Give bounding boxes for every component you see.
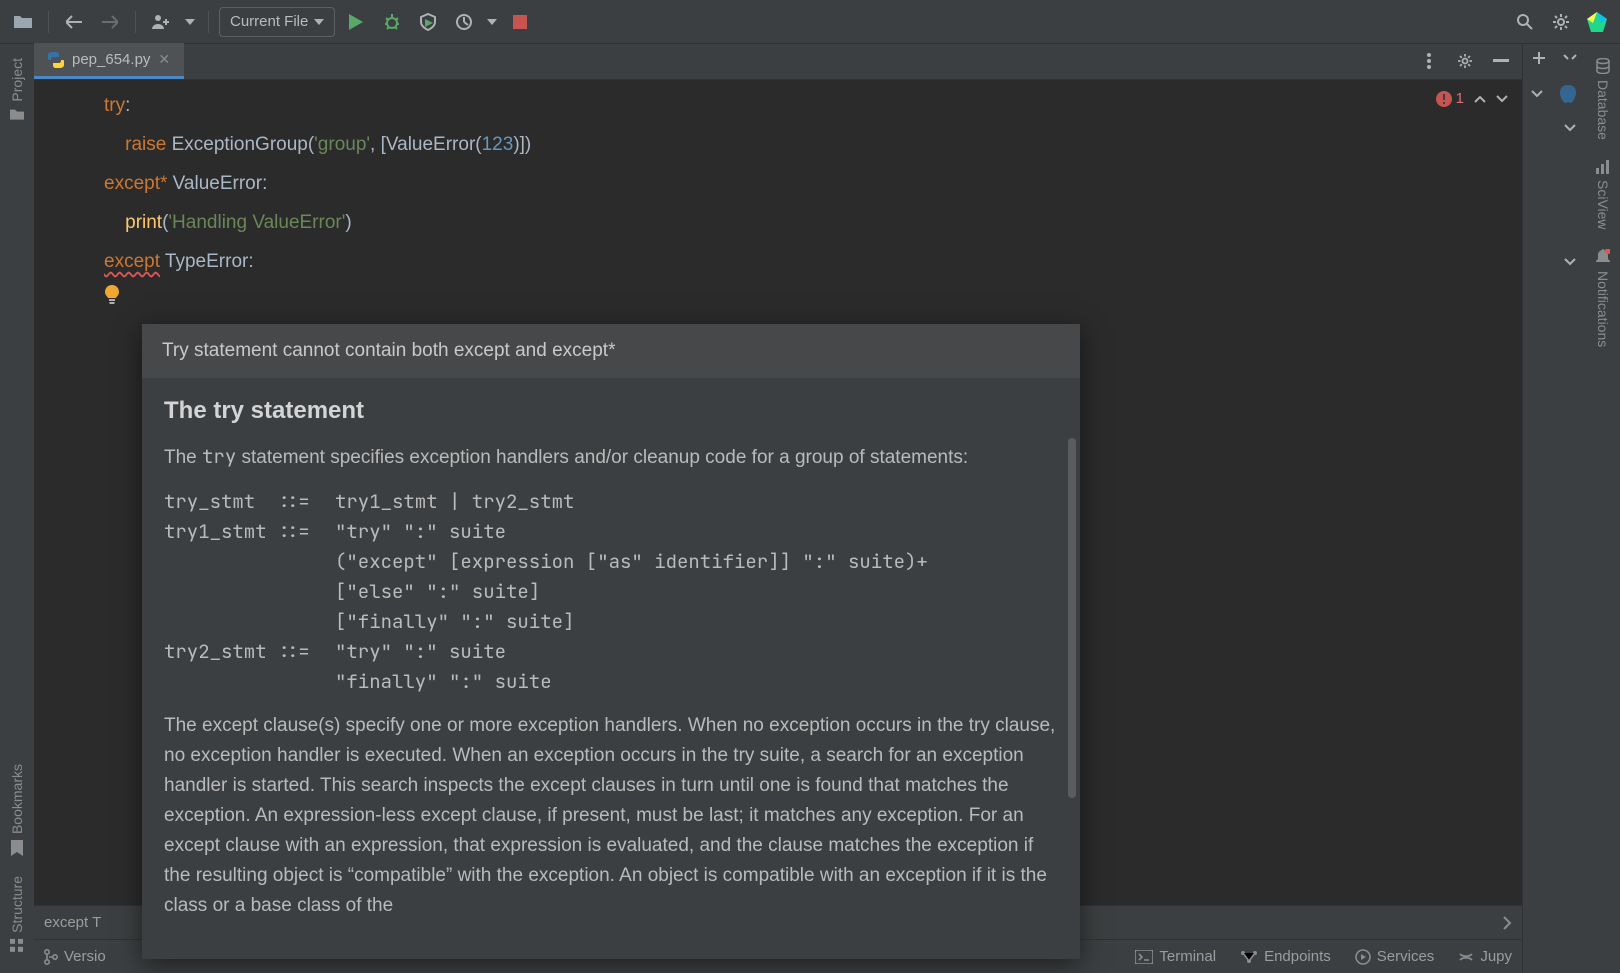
popup-grammar: try_stmt ::= try1_stmt | try2_stmt try1_… bbox=[164, 487, 1058, 697]
python-file-icon bbox=[48, 52, 64, 68]
separator bbox=[135, 11, 136, 33]
error-indicator[interactable]: 1 bbox=[1436, 90, 1464, 107]
database-tool-window bbox=[1522, 44, 1586, 973]
endpoints-tool[interactable]: Endpoints bbox=[1240, 948, 1331, 965]
search-everywhere-icon[interactable] bbox=[1510, 7, 1540, 37]
database-tool-button[interactable]: Database bbox=[1593, 50, 1613, 148]
structure-tool-button[interactable]: Structure bbox=[7, 868, 27, 961]
next-highlight-icon[interactable] bbox=[1496, 95, 1508, 103]
breadcrumb[interactable]: except T bbox=[44, 914, 101, 931]
bookmarks-tool-button[interactable]: Bookmarks bbox=[7, 756, 27, 864]
run-config-selector[interactable]: Current File bbox=[219, 7, 335, 37]
breadcrumb-next-icon[interactable] bbox=[1502, 916, 1512, 930]
popup-paragraph: The try statement specifies exception ha… bbox=[164, 442, 1058, 473]
debug-button[interactable] bbox=[377, 7, 407, 37]
ide-logo-icon[interactable] bbox=[1582, 7, 1612, 37]
project-tool-button[interactable]: Project bbox=[7, 50, 27, 130]
profile-button[interactable] bbox=[449, 7, 479, 37]
left-tool-stripe: Project Bookmarks Structure bbox=[0, 44, 34, 973]
vcs-dropdown-icon[interactable] bbox=[182, 7, 198, 37]
services-tool[interactable]: Services bbox=[1355, 948, 1435, 965]
sciview-tool-button[interactable]: SciView bbox=[1593, 152, 1613, 238]
hide-tool-icon[interactable] bbox=[1486, 46, 1516, 76]
postgres-datasource-icon[interactable] bbox=[1558, 84, 1578, 104]
run-config-label: Current File bbox=[230, 13, 308, 30]
chevron-down-icon[interactable] bbox=[1531, 90, 1543, 98]
close-tab-icon[interactable]: ✕ bbox=[158, 51, 170, 68]
prev-highlight-icon[interactable] bbox=[1474, 95, 1486, 103]
chevron-down-icon[interactable] bbox=[1564, 124, 1576, 132]
separator bbox=[208, 11, 209, 33]
separator bbox=[48, 11, 49, 33]
add-datasource-icon[interactable] bbox=[1531, 50, 1547, 66]
vcs-user-icon[interactable] bbox=[146, 7, 176, 37]
version-control-tool[interactable]: Versio bbox=[44, 948, 106, 965]
forward-button[interactable] bbox=[95, 7, 125, 37]
editor-settings-icon[interactable] bbox=[1450, 46, 1480, 76]
editor-tabs: pep_654.py ✕ bbox=[34, 44, 1522, 80]
popup-scrollbar[interactable] bbox=[1068, 438, 1076, 798]
stop-button[interactable] bbox=[505, 7, 535, 37]
quick-doc-popup: Try statement cannot contain both except… bbox=[142, 324, 1080, 959]
tab-list-icon[interactable] bbox=[1414, 46, 1444, 76]
intention-bulb-icon[interactable] bbox=[102, 285, 124, 307]
chevron-down-icon[interactable] bbox=[1564, 258, 1576, 266]
run-button[interactable] bbox=[341, 7, 371, 37]
more-icon[interactable] bbox=[1562, 53, 1578, 63]
project-dir-icon[interactable] bbox=[8, 7, 38, 37]
popup-error-title: Try statement cannot contain both except… bbox=[142, 324, 1080, 378]
main-toolbar: Current File bbox=[0, 0, 1620, 44]
profile-dropdown-icon[interactable] bbox=[485, 7, 499, 37]
settings-icon[interactable] bbox=[1546, 7, 1576, 37]
coverage-button[interactable] bbox=[413, 7, 443, 37]
back-button[interactable] bbox=[59, 7, 89, 37]
editor-area[interactable]: try: raise ExceptionGroup('group', [Valu… bbox=[34, 80, 1522, 905]
popup-body[interactable]: The try statement The try statement spec… bbox=[142, 378, 1080, 959]
popup-heading: The try statement bbox=[164, 396, 1058, 426]
popup-paragraph-2: The except clause(s) specify one or more… bbox=[164, 711, 1058, 921]
tab-filename: pep_654.py bbox=[72, 51, 150, 68]
terminal-tool[interactable]: Terminal bbox=[1135, 948, 1216, 965]
inspections-widget[interactable]: 1 bbox=[1436, 90, 1508, 107]
file-tab[interactable]: pep_654.py ✕ bbox=[34, 43, 184, 79]
notifications-tool-button[interactable]: Notifications bbox=[1593, 241, 1613, 355]
right-tool-stripe: Database SciView Notifications bbox=[1586, 44, 1620, 973]
jupyter-tool[interactable]: Jupy bbox=[1458, 948, 1512, 965]
